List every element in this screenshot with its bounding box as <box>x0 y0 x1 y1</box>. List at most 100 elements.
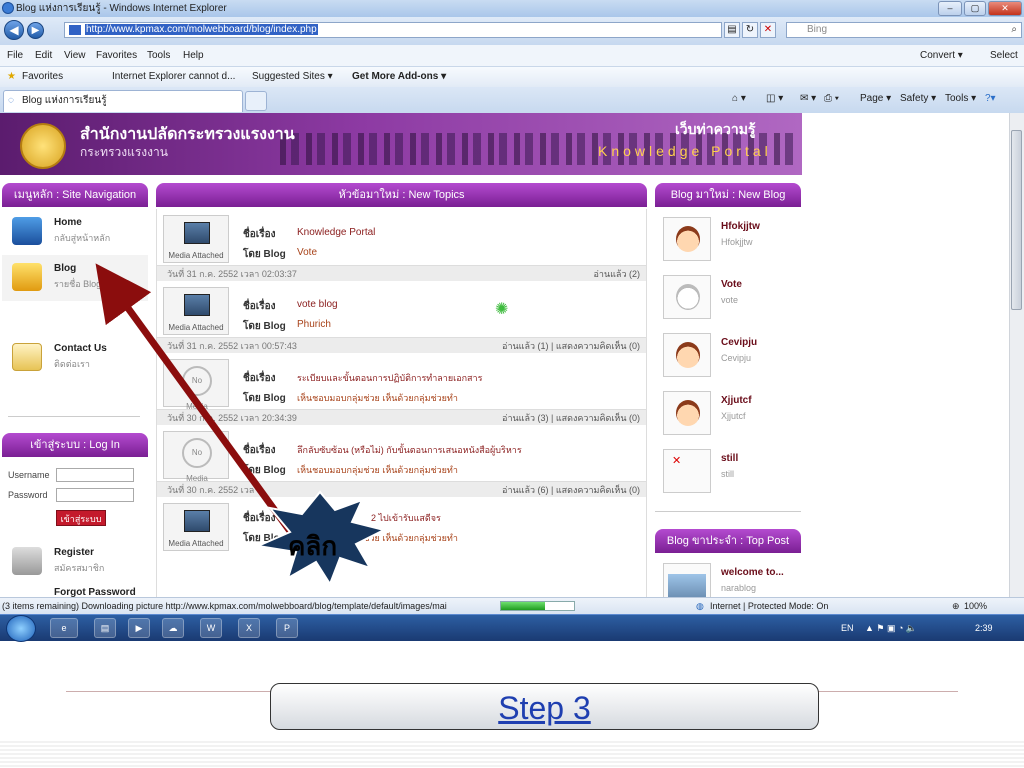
topic-row[interactable]: Media Attached ชื่อเรื่อง Knowledge Port… <box>156 209 647 281</box>
menu-edit[interactable]: Edit <box>35 45 52 66</box>
clock[interactable]: 2:39 <box>975 615 993 642</box>
topic-title-link[interactable]: ระเบียบและขั้นตอนการปฏิบัติการทำลายเอกสา… <box>297 371 482 385</box>
convert-menu[interactable]: Convert ▾ <box>920 45 963 66</box>
stop-icon[interactable]: ✕ <box>760 22 776 38</box>
step-link[interactable]: Step 3 <box>271 690 818 727</box>
taskbar-media-icon[interactable]: ▶ <box>128 618 150 638</box>
nav-item-register[interactable]: Register สมัครสมาชิก <box>2 539 148 585</box>
compat-view-icon[interactable]: ▤ <box>724 22 740 38</box>
back-button[interactable]: ◀ <box>4 20 24 40</box>
fav-link-ie-error[interactable]: Internet Explorer cannot d... <box>112 67 235 87</box>
help-icon[interactable]: ?▾ <box>985 93 996 104</box>
start-button[interactable] <box>6 615 36 642</box>
topic-title-link[interactable]: vote blog <box>297 299 338 310</box>
taskbar-explorer-icon[interactable]: ▤ <box>94 618 116 638</box>
nav-item-home[interactable]: Home กลับสู่หน้าหลัก <box>2 209 148 255</box>
fav-get-addons[interactable]: Get More Add-ons ▾ <box>352 67 446 87</box>
fav-suggested-sites[interactable]: Suggested Sites ▾ <box>252 67 333 87</box>
topic-stats[interactable]: อ่านแล้ว (1) | แสดงความคิดเห็น (0) <box>502 338 640 354</box>
top-post-item[interactable]: welcome to... narablog <box>655 557 801 597</box>
topic-row[interactable]: Media Attached ชื่อเรื่อง 2 ไปเข้ารับแสด… <box>156 497 647 597</box>
tray-icons[interactable]: ▲ ⚑ ▣ ◔ 🔈 <box>865 615 917 642</box>
print-icon[interactable]: ⎙ ▾ <box>824 93 839 104</box>
login-header: เข้าสู่ระบบ : Log In <box>2 433 148 457</box>
tab-bar: ◌ Blog แห่งการเรียนรู้ ⌂ ▾ ◫ ▾ ✉ ▾ ⎙ ▾ P… <box>0 87 1024 113</box>
refresh-icon[interactable]: ↻ <box>742 22 758 38</box>
password-field[interactable] <box>56 488 134 502</box>
url-text: http://www.kpmax.com/molwebboard/blog/in… <box>85 24 318 35</box>
taskbar-excel-icon[interactable]: X <box>238 618 260 638</box>
topic-row[interactable]: No Media ชื่อเรื่อง ระเบียบและขั้นตอนการ… <box>156 353 647 425</box>
search-input[interactable]: Bing ⌕ <box>786 22 1022 38</box>
close-window-button[interactable]: ✕ <box>988 1 1022 16</box>
topic-title-link[interactable]: 2 ไปเข้ารับแสดีจร <box>371 511 441 525</box>
blog-item[interactable]: ✕ still still <box>655 443 801 501</box>
taskbar-app-icon[interactable]: ☁ <box>162 618 184 638</box>
blog-name[interactable]: Hfokjjtw <box>721 221 760 232</box>
minimize-button[interactable]: – <box>938 1 962 16</box>
top-post-title[interactable]: welcome to... <box>721 567 784 578</box>
new-tab-button[interactable] <box>245 91 267 111</box>
login-button[interactable]: เข้าสู่ระบบ <box>56 510 106 526</box>
topic-title-link[interactable]: Knowledge Portal <box>297 227 375 238</box>
topic-author-link[interactable]: เห็นชอบมอบกลุ่มช่วย เห็นด้วยกลุ่มช่วยทำ <box>297 391 458 405</box>
blog-name[interactable]: Vote <box>721 279 742 290</box>
home-icon[interactable]: ⌂ ▾ <box>732 93 746 104</box>
favorites-star-icon: ★ <box>7 71 16 82</box>
blog-item[interactable]: Xjjutcf Xjjutcf <box>655 385 801 443</box>
search-icon[interactable]: ⌕ <box>1011 23 1017 37</box>
menu-tools[interactable]: Tools <box>147 45 170 66</box>
tab-loading-icon: ◌ <box>8 95 14 106</box>
blog-name[interactable]: Xjjutcf <box>721 395 752 406</box>
nav-item-forgot[interactable]: Forgot Password <box>2 583 148 597</box>
mail-icon[interactable]: ✉ ▾ <box>800 93 816 104</box>
select-menu[interactable]: Select <box>990 45 1018 66</box>
topic-stats[interactable]: อ่านแล้ว (2) <box>594 266 640 282</box>
favorites-button[interactable]: Favorites <box>22 67 63 87</box>
taskbar-powerpoint-icon[interactable]: P <box>276 618 298 638</box>
blog-item[interactable]: Hfokjjtw Hfokjjtw <box>655 211 801 269</box>
subject-label: ชื่อเรื่อง <box>243 229 276 240</box>
top-post-thumbnail <box>663 563 711 597</box>
safety-menu[interactable]: Safety ▾ <box>900 93 936 104</box>
blog-name[interactable]: still <box>721 453 738 464</box>
topic-stats[interactable]: อ่านแล้ว (3) | แสดงความคิดเห็น (0) <box>502 410 640 426</box>
blog-item[interactable]: Cevipju Cevipju <box>655 327 801 385</box>
tools-menu[interactable]: Tools ▾ <box>945 93 976 104</box>
blog-name[interactable]: Cevipju <box>721 337 757 348</box>
blog-item[interactable]: Vote vote <box>655 269 801 327</box>
topic-stats[interactable]: อ่านแล้ว (6) | แสดงความคิดเห็น (0) <box>502 482 640 498</box>
topic-author-link[interactable]: Vote <box>297 247 317 258</box>
zoom-level[interactable]: 100% <box>964 598 987 614</box>
topic-author-link[interactable]: Phurich <box>297 319 331 330</box>
tab-blog[interactable]: ◌ Blog แห่งการเรียนรู้ <box>3 90 243 112</box>
menu-favorites[interactable]: Favorites <box>96 45 137 66</box>
forward-button[interactable]: ▶ <box>27 22 44 39</box>
language-indicator[interactable]: EN <box>841 615 854 642</box>
nav-item-contact[interactable]: Contact Us ติดต่อเรา <box>2 335 148 381</box>
media-label: Media Attached <box>168 251 224 260</box>
maximize-button[interactable]: ▢ <box>964 1 986 16</box>
menu-help[interactable]: Help <box>183 45 204 66</box>
topic-row[interactable]: No Media ชื่อเรื่อง ลึกลับซับซ้อน (หรือไ… <box>156 425 647 497</box>
click-callout-text: คลิก <box>288 531 338 561</box>
taskbar-ie-icon[interactable]: e <box>50 618 78 638</box>
topic-author-link[interactable]: เห็นชอบมอบกลุ่มช่วย เห็นด้วยกลุ่มช่วยทำ <box>297 463 458 477</box>
nav-item-blog[interactable]: Blog รายชื่อ Blog <box>2 255 148 301</box>
topic-title-link[interactable]: ลึกลับซับซ้อน (หรือไม่) กับขั้นตอนการเสน… <box>297 443 522 457</box>
nav-divider <box>8 416 140 417</box>
new-topics-header: หัวข้อมาใหม่ : New Topics <box>156 183 647 207</box>
menu-file[interactable]: File <box>7 45 23 66</box>
scrollbar-thumb[interactable] <box>1011 130 1022 310</box>
page-menu[interactable]: Page ▾ <box>860 93 891 104</box>
topic-row[interactable]: Media Attached ชื่อเรื่อง vote blog โดย … <box>156 281 647 353</box>
zoom-icon[interactable]: ⊕ <box>952 598 960 614</box>
taskbar-word-icon[interactable]: W <box>200 618 222 638</box>
menu-view[interactable]: View <box>64 45 86 66</box>
security-zone[interactable]: Internet | Protected Mode: On <box>710 598 828 614</box>
org-subname: กระทรวงแรงงาน <box>80 145 168 159</box>
username-field[interactable] <box>56 468 134 482</box>
broken-image-icon: ✕ <box>672 455 682 467</box>
feeds-icon[interactable]: ◫ ▾ <box>766 93 783 104</box>
url-input[interactable]: http://www.kpmax.com/molwebboard/blog/in… <box>64 22 722 38</box>
